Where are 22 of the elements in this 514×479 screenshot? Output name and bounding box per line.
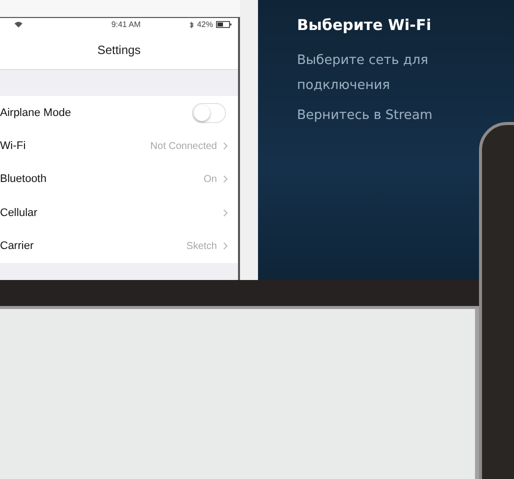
setting-label: Bluetooth: [0, 173, 46, 186]
setting-value: On: [204, 174, 217, 185]
chevron-icon: [223, 208, 228, 217]
setting-label: Cellular: [0, 206, 38, 219]
panel-title: Выберите Wi-Fi: [297, 16, 432, 34]
chevron-icon: [223, 242, 228, 250]
setting-value: Sketch: [186, 240, 217, 252]
settings-title: Settings: [96, 42, 142, 59]
battery-percent: 42%: [196, 20, 213, 29]
toggle-switch[interactable]: [192, 102, 226, 123]
wifi-icon: [14, 21, 23, 28]
chevron-icon: [223, 142, 228, 150]
panel-instruction: Вернитесь в Stream: [297, 108, 434, 123]
bluetooth-icon: [188, 20, 194, 28]
chevron-icon: [223, 175, 228, 184]
setting-label: Wi-Fi: [0, 140, 26, 152]
panel-subtitle: Выберите сеть для подключения: [297, 52, 430, 95]
status-time: 9:41 AM: [111, 20, 141, 29]
setting-value: Not Connected: [150, 140, 217, 152]
battery-icon: [216, 21, 232, 28]
setting-label: Airplane Mode: [0, 106, 71, 119]
setting-label: Carrier: [0, 240, 34, 252]
